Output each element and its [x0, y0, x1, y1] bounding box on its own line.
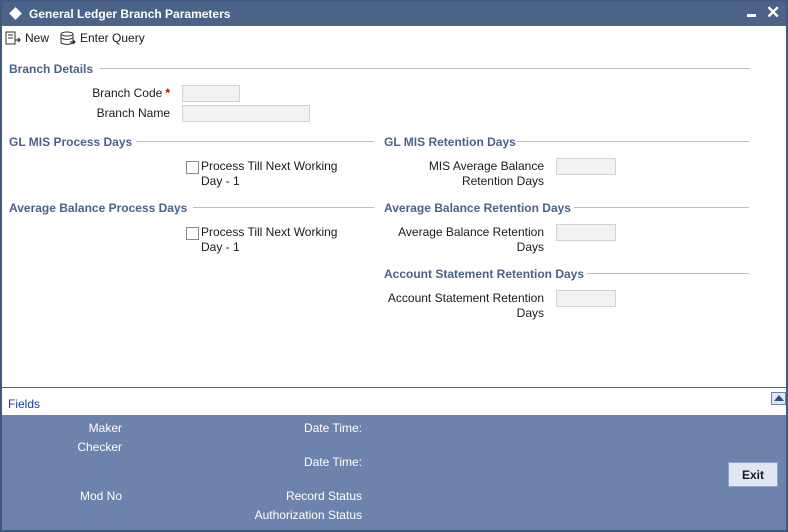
gl-mis-process-till-next-working-day-checkbox[interactable]	[186, 161, 199, 174]
avg-balance-process-till-next-working-day-checkbox[interactable]	[186, 227, 199, 240]
branch-code-label-text: Branch Code	[92, 86, 163, 100]
account-statement-retention-label-line2: Days	[516, 306, 544, 320]
fields-bar: Fields	[2, 387, 786, 415]
account-statement-retention-label: Account Statement Retention Days	[372, 291, 544, 321]
maker-date-time-label: Date Time:	[303, 421, 362, 435]
window-diamond-icon	[9, 7, 22, 20]
new-button[interactable]: New	[5, 29, 49, 47]
gl-mis-retention-days-heading: GL MIS Retention Days	[384, 135, 516, 149]
fields-link[interactable]: Fields	[8, 397, 40, 411]
exit-button[interactable]: Exit	[728, 462, 778, 487]
title-bar: General Ledger Branch Parameters ✕	[2, 2, 786, 26]
gl-mis-process-days-heading: GL MIS Process Days	[9, 135, 133, 149]
collapse-up-icon[interactable]	[771, 392, 786, 405]
close-icon[interactable]: ✕	[766, 3, 780, 23]
mod-no-label: Mod No	[79, 489, 122, 503]
avg-balance-process-checkbox-label: Process Till Next Working Day - 1	[201, 225, 337, 255]
branch-name-input[interactable]	[182, 105, 310, 122]
branch-code-label: Branch Code *	[62, 86, 170, 101]
account-statement-retention-separator	[587, 273, 749, 274]
account-statement-retention-input[interactable]	[556, 290, 616, 307]
gl-mis-process-checkbox-label-line1: Process Till Next Working	[201, 159, 338, 173]
average-balance-retention-label: Average Balance Retention Days	[384, 225, 544, 255]
enter-query-button-label: Enter Query	[80, 31, 145, 45]
gl-mis-retention-separator	[517, 141, 749, 142]
branch-details-heading: Branch Details	[9, 62, 94, 76]
gl-mis-process-checkbox-label-line2: Day - 1	[201, 174, 240, 188]
average-balance-retention-input[interactable]	[556, 224, 616, 241]
average-balance-process-days-heading: Average Balance Process Days	[9, 201, 188, 215]
checker-date-time-label: Date Time:	[303, 455, 362, 469]
account-statement-retention-label-line1: Account Statement Retention	[387, 291, 544, 305]
toolbar: New Enter Query	[2, 26, 786, 50]
gl-mis-process-separator	[136, 141, 374, 142]
authorization-status-label: Authorization Status	[254, 508, 362, 522]
minimize-icon[interactable]	[747, 14, 756, 17]
account-statement-retention-days-heading: Account Statement Retention Days	[384, 267, 585, 281]
branch-details-separator	[100, 68, 750, 69]
average-balance-retention-label-line1: Average Balance Retention	[398, 225, 544, 239]
enter-query-button[interactable]: Enter Query	[60, 29, 145, 47]
mis-average-balance-retention-label-line2: Retention Days	[461, 174, 544, 188]
avg-balance-process-checkbox-label-line1: Process Till Next Working	[201, 225, 338, 239]
gl-mis-process-checkbox-label: Process Till Next Working Day - 1	[201, 159, 337, 189]
enter-query-icon	[60, 31, 76, 46]
mis-average-balance-retention-label: MIS Average Balance Retention Days	[384, 159, 544, 189]
average-balance-process-separator	[193, 207, 374, 208]
audit-footer: Maker Checker Mod No Date Time: Date Tim…	[2, 415, 786, 530]
average-balance-retention-days-heading: Average Balance Retention Days	[384, 201, 571, 215]
average-balance-retention-separator	[574, 207, 749, 208]
form-content: Branch Details Branch Code * Branch Name …	[2, 50, 786, 387]
avg-balance-process-checkbox-label-line2: Day - 1	[201, 240, 240, 254]
record-status-label: Record Status	[285, 489, 362, 503]
branch-code-input[interactable]	[182, 85, 240, 102]
new-document-icon	[5, 31, 21, 46]
checker-label: Checker	[77, 440, 122, 454]
mis-average-balance-retention-label-line1: MIS Average Balance	[428, 159, 544, 173]
main-window: General Ledger Branch Parameters ✕ New E…	[0, 0, 788, 532]
branch-name-label: Branch Name	[96, 106, 170, 120]
mis-average-balance-retention-input[interactable]	[556, 158, 616, 175]
maker-label: Maker	[88, 421, 122, 435]
average-balance-retention-label-line2: Days	[516, 240, 544, 254]
window-title: General Ledger Branch Parameters	[29, 7, 231, 21]
required-marker: *	[165, 86, 170, 100]
new-button-label: New	[25, 31, 50, 45]
